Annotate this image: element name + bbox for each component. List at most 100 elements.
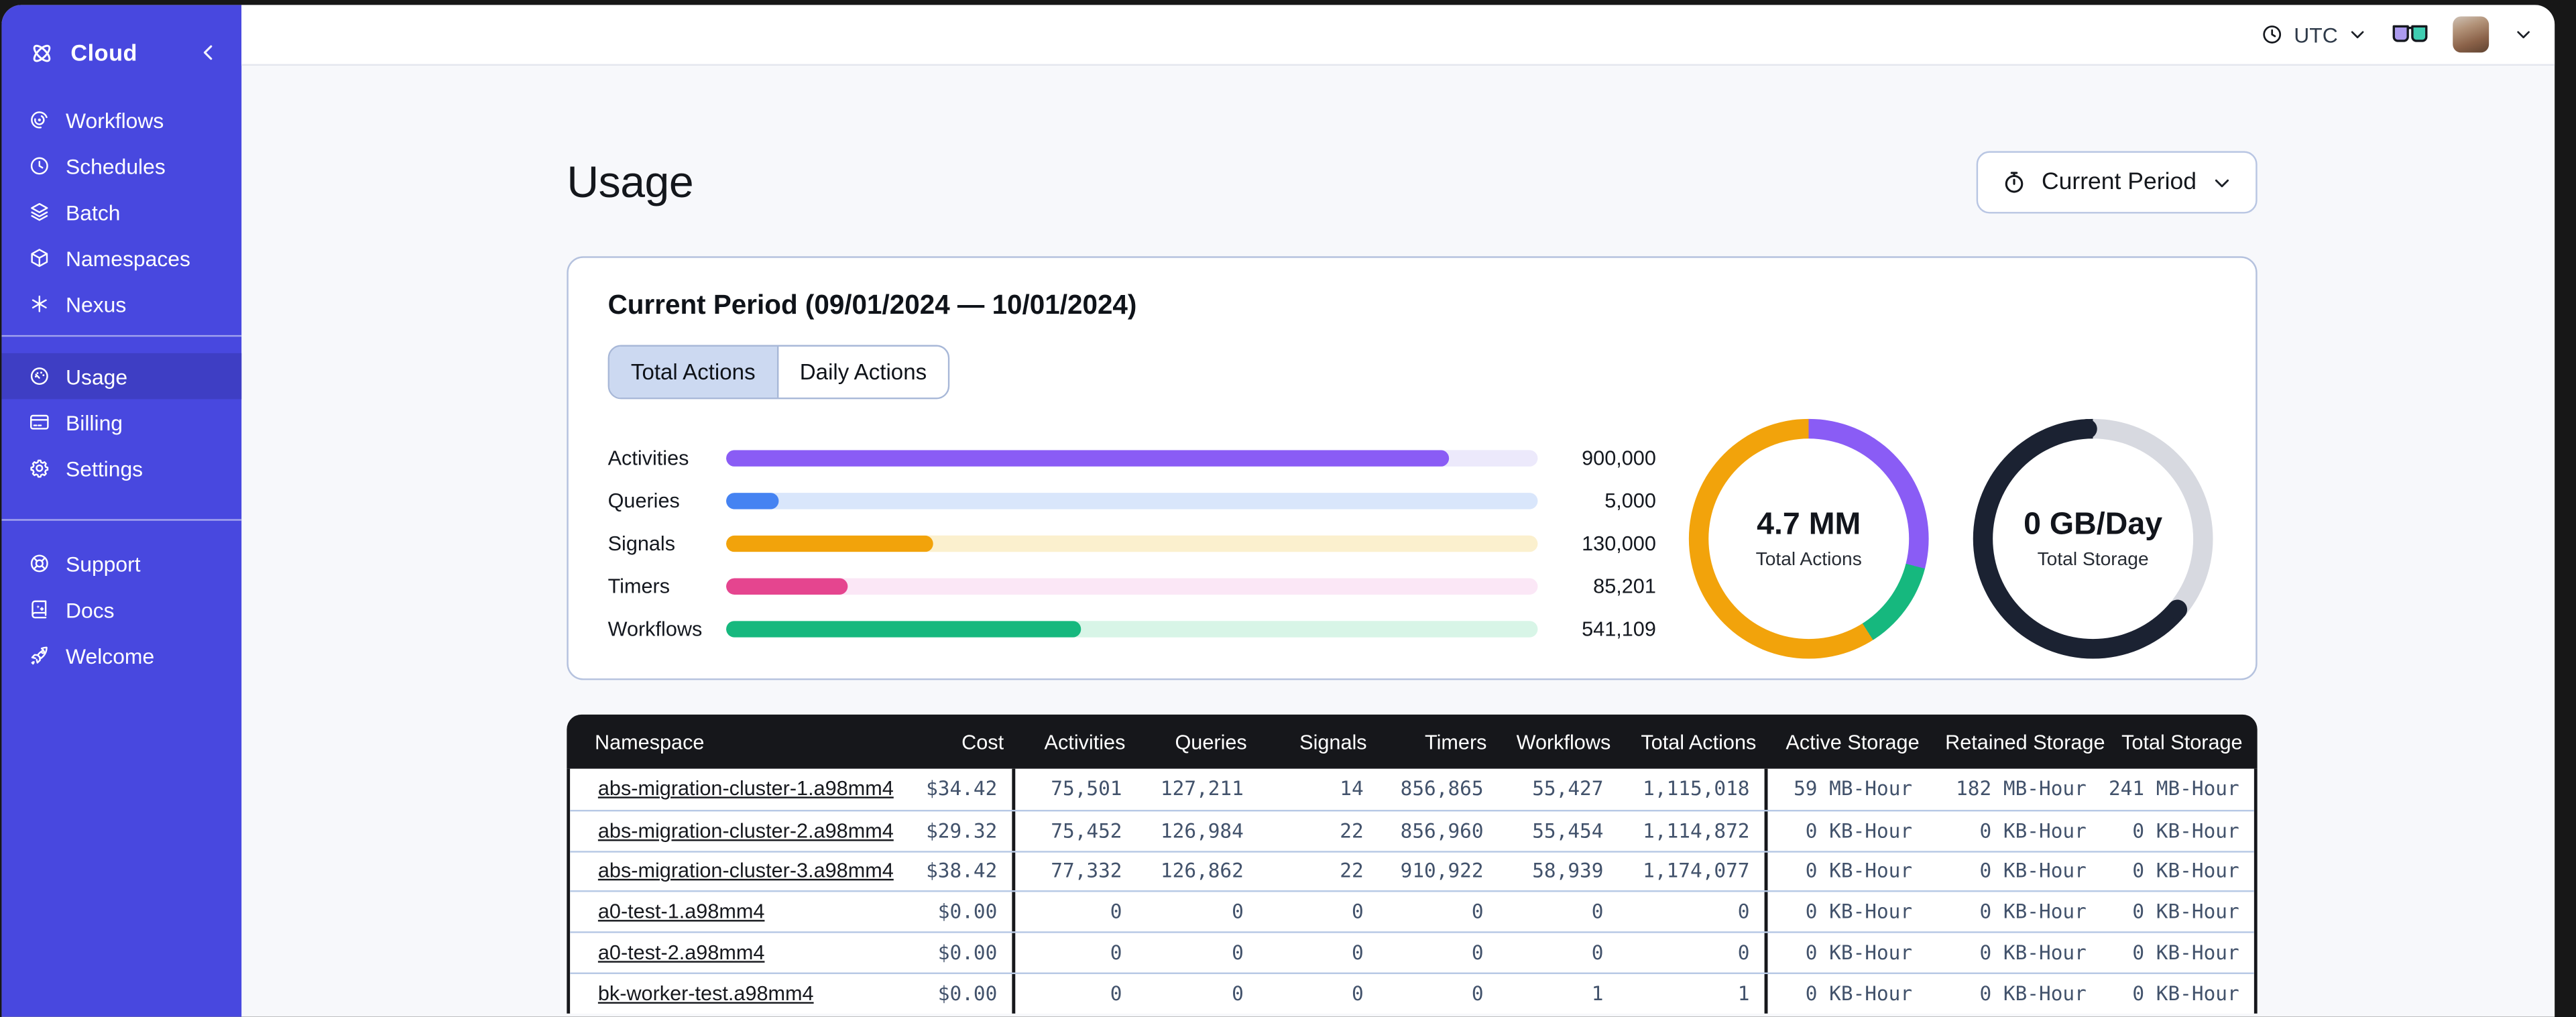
cell-activities: 0 xyxy=(1110,941,1122,965)
cell-workflows: 0 xyxy=(1591,900,1604,924)
sidebar-item-support[interactable]: Support xyxy=(1,540,241,587)
column-header-timers: Timers xyxy=(1425,730,1487,754)
namespace-link[interactable]: bk-worker-test.a98mm4 xyxy=(598,982,814,1005)
donut-label: Total Actions xyxy=(1755,550,1862,571)
cell-workflows: 0 xyxy=(1591,941,1604,965)
column-header-namespace: Namespace xyxy=(594,730,705,754)
chevron-down-icon xyxy=(2211,172,2233,193)
usage-icon xyxy=(28,365,51,387)
cell-total_storage: 0 KB-Hour xyxy=(2132,819,2239,843)
cell-cost: $34.42 xyxy=(909,768,1016,810)
cell-timers: 856,865 xyxy=(1400,777,1484,801)
sidebar-item-label: Settings xyxy=(66,455,143,481)
sidebar-item-schedules[interactable]: Schedules xyxy=(1,143,241,189)
cell-namespace: bk-worker-test.a98mm4 xyxy=(570,974,909,1013)
column-header-activities: Activities xyxy=(1044,730,1126,754)
actions-bar-chart: Activities 900,000 Queries 5,000 Signals 1… xyxy=(608,445,1656,659)
cell-namespace: a0-test-1.a98mm4 xyxy=(570,892,909,931)
bar-label: Timers xyxy=(607,575,670,598)
bar-value: 130,000 xyxy=(1582,532,1656,556)
stopwatch-icon xyxy=(2001,169,2027,195)
sidebar-item-docs[interactable]: Docs xyxy=(1,587,241,633)
sidebar-item-welcome[interactable]: Welcome xyxy=(1,632,241,678)
namespace-link[interactable]: abs-migration-cluster-1.a98mm4 xyxy=(598,778,894,800)
sidebar-nav-primary: Workflows Schedules Batch Namespaces Nex… xyxy=(1,97,241,327)
schedules-icon xyxy=(28,154,51,177)
cell-cost: $38.42 xyxy=(909,851,1016,891)
cell-activities: 75,452 xyxy=(1051,819,1122,843)
cell-retained_storage: 0 KB-Hour xyxy=(1979,819,2087,843)
cell-timers: 856,960 xyxy=(1400,819,1484,843)
cell-total_storage: 0 KB-Hour xyxy=(2132,900,2239,924)
bar-label: Activities xyxy=(607,446,689,470)
sidebar-item-usage[interactable]: Usage xyxy=(1,353,242,400)
sidebar-item-billing[interactable]: Billing xyxy=(1,399,241,445)
product-name: Cloud xyxy=(70,39,137,66)
cell-total_storage: 241 MB-Hour xyxy=(2108,777,2239,801)
account-menu-chevron-icon[interactable] xyxy=(2514,25,2533,44)
timezone-label: UTC xyxy=(2294,22,2338,47)
sidebar-item-nexus[interactable]: Nexus xyxy=(1,281,241,327)
clock-icon xyxy=(2261,23,2284,46)
namespace-link[interactable]: abs-migration-cluster-3.a98mm4 xyxy=(598,860,894,883)
tab-daily-actions[interactable]: Daily Actions xyxy=(776,347,949,398)
cell-total_actions: 1,174,077 xyxy=(1619,851,1768,891)
cell-total_storage: 0 KB-Hour xyxy=(2132,859,2239,883)
cell-queries: 126,984 xyxy=(1160,819,1244,843)
sidebar-item-label: Welcome xyxy=(66,643,155,668)
sidebar-nav-footer: Support Docs Welcome xyxy=(1,521,241,678)
feedback-glasses-icon[interactable] xyxy=(2392,23,2428,46)
bar-track xyxy=(726,578,1538,595)
table-header-row: Namespace Cost Activities Queries Signals Tim… xyxy=(567,714,2258,769)
cell-total_actions: 0 xyxy=(1619,892,1768,932)
timezone-selector[interactable]: UTC xyxy=(2261,22,2367,47)
namespace-link[interactable]: abs-migration-cluster-2.a98mm4 xyxy=(598,819,894,842)
cell-retained_storage: 0 KB-Hour xyxy=(1979,900,2087,924)
bar-fill xyxy=(726,493,778,510)
cell-signals: 0 xyxy=(1351,900,1364,924)
docs-icon xyxy=(28,598,51,621)
bar-track xyxy=(726,450,1538,467)
table-row: a0-test-1.a98mm4 $0.00 0 0 0 0 0 0 0 KB-Hour 0 KB… xyxy=(570,890,2254,932)
user-avatar[interactable] xyxy=(2453,16,2490,53)
sidebar-item-batch[interactable]: Batch xyxy=(1,189,241,235)
cell-timers: 910,922 xyxy=(1400,859,1484,883)
cell-total_actions: 1,114,872 xyxy=(1619,811,1768,851)
sidebar-item-workflows[interactable]: Workflows xyxy=(1,97,241,143)
cell-active_storage: 0 KB-Hour xyxy=(1805,859,1913,883)
period-selector-button[interactable]: Current Period xyxy=(1975,151,2258,214)
cell-total_actions: 1,115,018 xyxy=(1619,768,1768,810)
cell-activities: 77,332 xyxy=(1051,859,1122,883)
temporal-logo-icon xyxy=(28,39,56,67)
period-selector-label: Current Period xyxy=(2041,169,2197,196)
bar-track xyxy=(726,535,1538,552)
namespace-link[interactable]: a0-test-1.a98mm4 xyxy=(598,900,765,923)
cell-queries: 126,862 xyxy=(1160,859,1244,883)
sidebar-item-label: Nexus xyxy=(66,291,127,316)
sidebar-header: Cloud xyxy=(1,28,241,78)
cell-queries: 127,211 xyxy=(1160,777,1244,801)
cell-queries: 0 xyxy=(1232,900,1244,924)
cell-timers: 0 xyxy=(1471,981,1484,1006)
namespace-link[interactable]: a0-test-2.a98mm4 xyxy=(598,941,765,964)
bar-fill xyxy=(726,578,848,595)
tab-total-actions[interactable]: Total Actions xyxy=(609,347,777,398)
bar-track xyxy=(726,621,1538,638)
sidebar-item-namespaces[interactable]: Namespaces xyxy=(1,235,241,281)
summary-donuts: 4.7 MM Total Actions 0 GB/Day Total Stor… xyxy=(1688,418,2217,659)
batch-icon xyxy=(28,200,51,223)
table-row: abs-migration-cluster-1.a98mm4 $34.42 75,5… xyxy=(570,768,2254,810)
bar-row-queries: Queries 5,000 xyxy=(608,488,1656,514)
sidebar-item-label: Batch xyxy=(66,199,121,225)
cell-signals: 14 xyxy=(1340,777,1364,801)
bar-label: Workflows xyxy=(607,617,703,641)
donut-value: 4.7 MM xyxy=(1757,507,1861,542)
cell-total_actions: 1 xyxy=(1619,973,1768,1014)
sidebar-collapse-button[interactable] xyxy=(197,41,220,64)
cell-cost: $0.00 xyxy=(909,892,1016,932)
sidebar-item-settings[interactable]: Settings xyxy=(1,445,241,491)
cell-retained_storage: 0 KB-Hour xyxy=(1979,981,2087,1006)
sidebar-nav-account: Usage Billing Settings xyxy=(1,337,242,511)
column-header-total-storage: Total Storage xyxy=(2121,730,2243,754)
cell-namespace: abs-migration-cluster-1.a98mm4 xyxy=(570,769,909,810)
